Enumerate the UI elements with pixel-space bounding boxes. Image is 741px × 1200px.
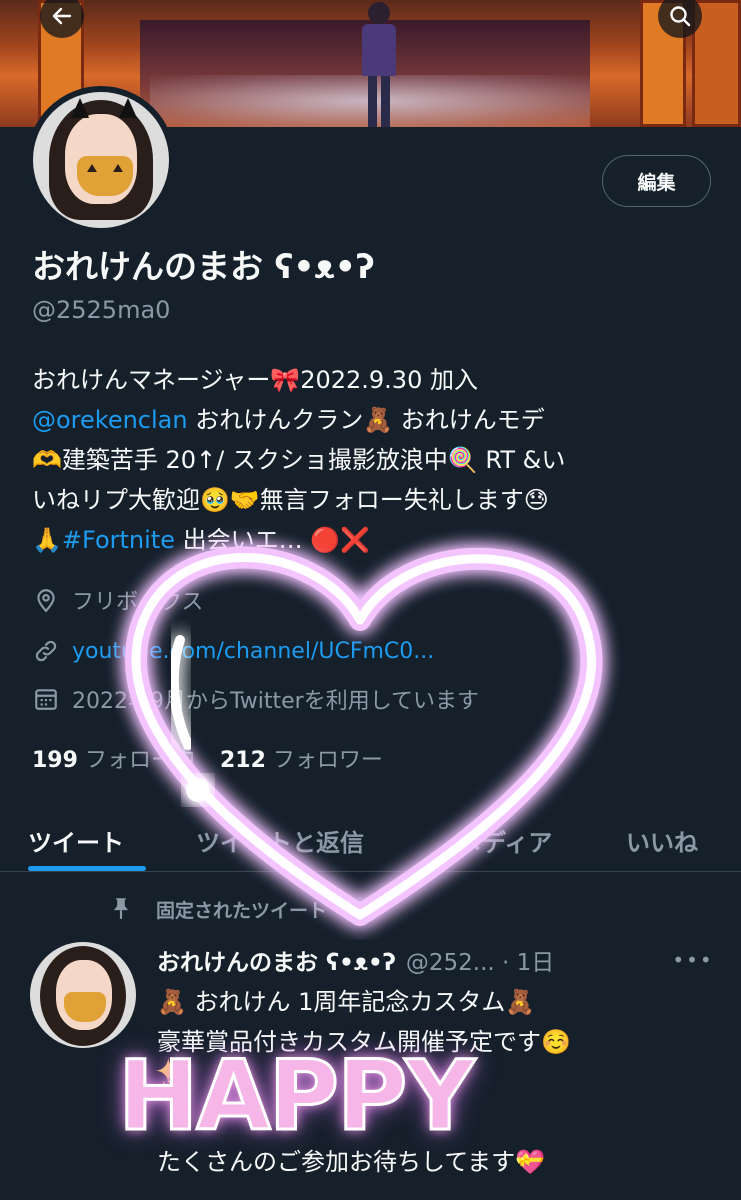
profile-tabs: ツイート ツイートと返信 メディア いいね	[0, 808, 741, 872]
tweet-line: ✨	[157, 1068, 187, 1096]
location-text: フリボックス	[72, 590, 204, 615]
location-pin-icon	[32, 586, 60, 614]
followers-label[interactable]: フォロワー	[273, 748, 383, 773]
calendar-icon	[32, 685, 60, 713]
following-count[interactable]: 199	[32, 748, 78, 773]
tab-media[interactable]: メディア	[458, 808, 552, 872]
user-handle: @2525ma0	[32, 296, 171, 324]
edit-profile-button[interactable]: 編集	[602, 155, 711, 207]
tweet-avatar[interactable]	[30, 942, 136, 1048]
pinned-text: 固定されたツイート	[156, 899, 328, 922]
pumpkin-mask	[77, 156, 133, 196]
profile-joined-date: 2022年9月からTwitterを利用しています	[32, 682, 479, 716]
more-dots-icon[interactable]: •••	[672, 945, 711, 975]
bio-line: 🫶建築苦手 20↑/ スクショ撮影放浪中🍭 RT &い	[32, 446, 566, 474]
profile-avatar[interactable]	[27, 86, 175, 234]
bio-line: 🙏#Fortnite 出会いエ… 🔴❌	[32, 520, 722, 560]
pin-icon	[108, 895, 136, 923]
following-label[interactable]: フォロー中	[85, 748, 195, 773]
website-link[interactable]: youtube.com/channel/UCFmC0...	[72, 639, 434, 664]
bio-text: 🙏	[32, 526, 62, 554]
tweet-line: たくさんのご参加お待ちしてます💝	[157, 1148, 545, 1176]
hashtag-link[interactable]: #Fortnite	[62, 526, 175, 554]
profile-location: フリボックス	[32, 583, 203, 617]
bio-line: @orekenclan おれけんクラン🧸 おれけんモデ	[32, 400, 722, 440]
tweet-line: 豪華賞品付きカスタム開催予定です☺️	[157, 1028, 571, 1056]
tab-tweets[interactable]: ツイート	[28, 808, 124, 872]
followers-count[interactable]: 212	[220, 748, 266, 773]
follow-stats: 199 フォロー中 212 フォロワー	[32, 742, 401, 774]
bio-line: おれけんマネージャー🎀2022.9.30 加入	[32, 366, 478, 394]
link-icon	[32, 637, 60, 665]
active-tab-indicator	[28, 866, 146, 871]
profile-bio: おれけんマネージャー🎀2022.9.30 加入 @orekenclan おれけん…	[32, 360, 722, 560]
tweet-line: 🧸 おれけん 1周年記念カスタム🧸	[157, 988, 536, 1016]
tweet-header: おれけんのまお ʕ•ᴥ•ʔ @252... · 1日	[157, 942, 717, 978]
bio-line: いねリプ大歓迎🥹🤝無言フォロー失礼します😓	[32, 486, 549, 514]
bio-text: おれけんクラン🧸 おれけんモデ	[187, 406, 545, 434]
tweet-text: 🧸 おれけん 1周年記念カスタム🧸 豪華賞品付きカスタム開催予定です☺️ ✨ た…	[157, 982, 717, 1182]
tweet-line	[157, 1102, 717, 1142]
tweet-meta: @252... · 1日	[405, 950, 555, 976]
banner-character	[350, 2, 410, 127]
profile-website[interactable]: youtube.com/channel/UCFmC0...	[32, 634, 434, 668]
back-arrow-icon	[52, 7, 72, 25]
bio-text: 出会いエ… 🔴❌	[174, 526, 370, 554]
search-icon	[670, 6, 691, 27]
joined-text: 2022年9月からTwitterを利用しています	[72, 689, 480, 714]
tweet-author-name[interactable]: おれけんのまお ʕ•ᴥ•ʔ	[157, 943, 396, 977]
mention-link[interactable]: @orekenclan	[32, 406, 188, 434]
tab-likes[interactable]: いいね	[626, 808, 698, 872]
display-name: おれけんのまお ʕ•ᴥ•ʔ	[32, 247, 375, 286]
tab-tweets-and-replies[interactable]: ツイートと返信	[196, 808, 364, 872]
pinned-tweet-label: 固定されたツイート	[108, 895, 327, 923]
